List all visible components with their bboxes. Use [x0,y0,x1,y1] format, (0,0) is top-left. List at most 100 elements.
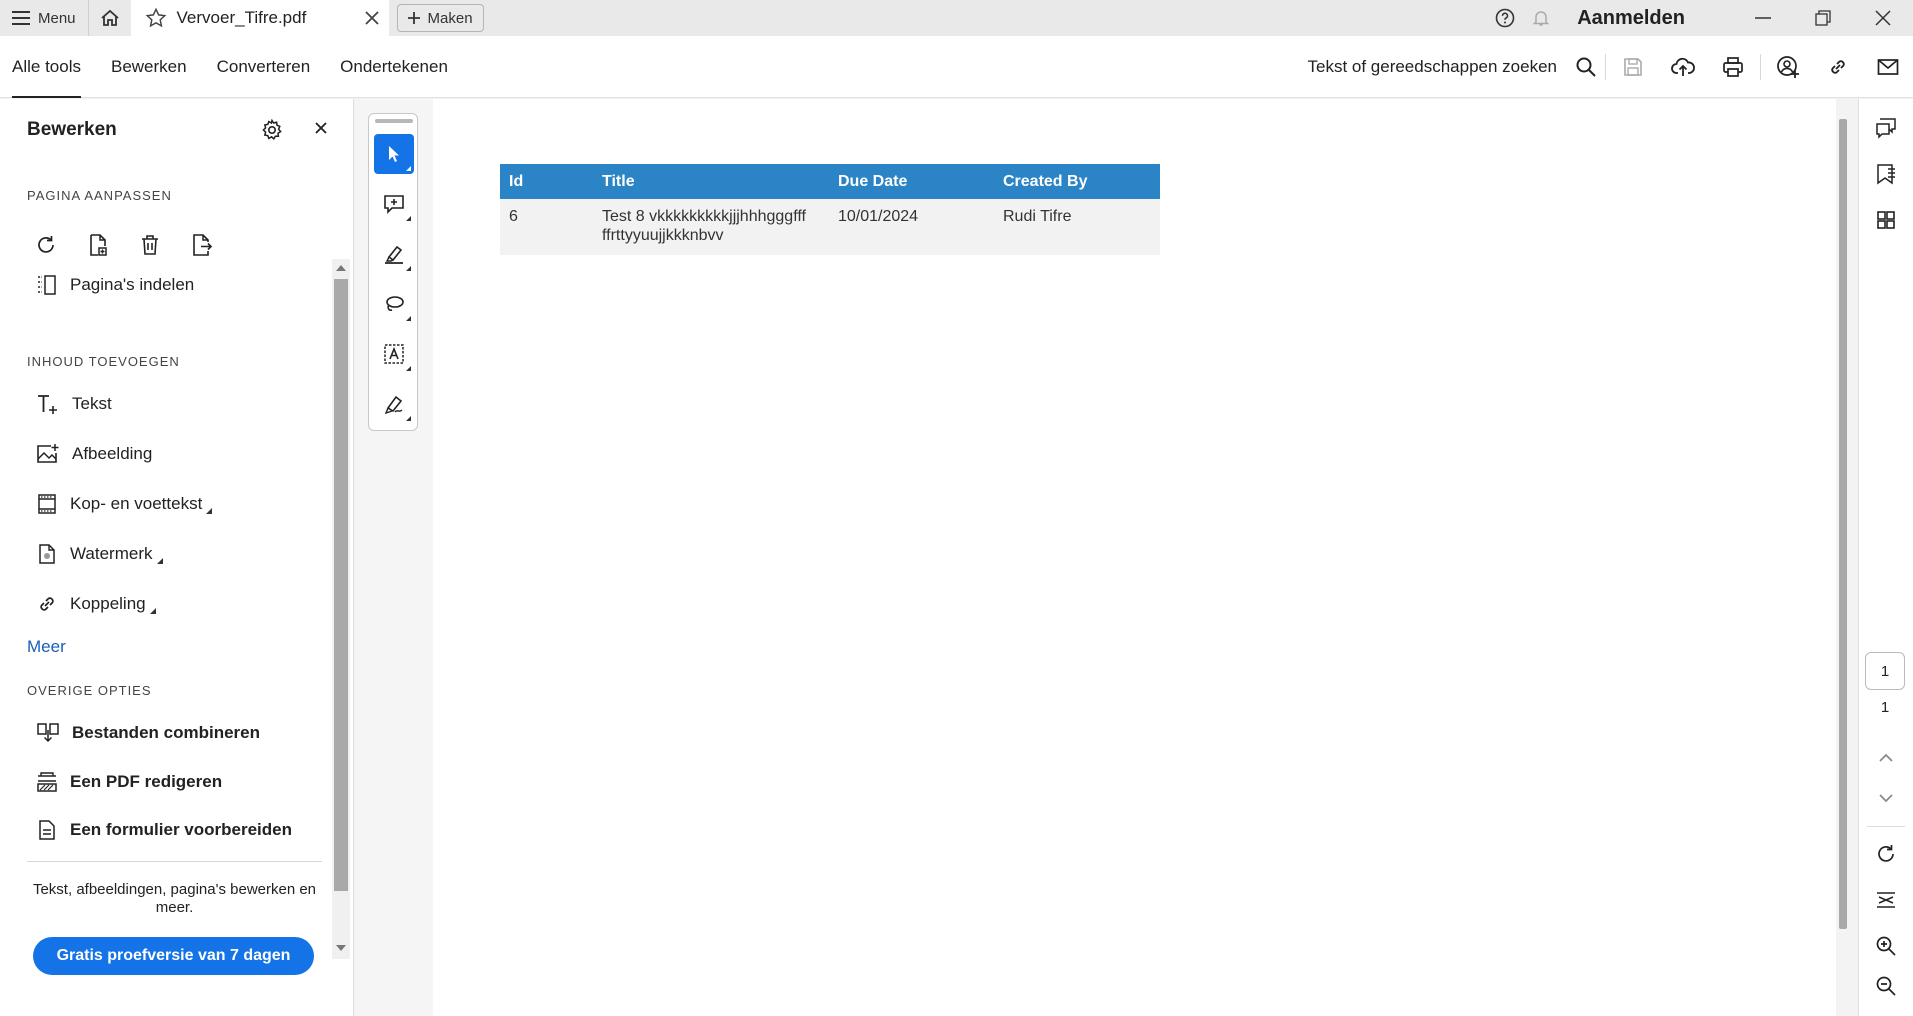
edit-panel: Bewerken PAGINA AANPASSEN Pagina's indel… [0,99,354,1016]
free-trial-button[interactable]: Gratis proefversie van 7 dagen [33,937,314,975]
refresh-icon [1878,845,1894,862]
watermark-icon [39,544,55,564]
divider [1867,826,1905,827]
add-text-icon [38,395,57,414]
search-tools-label[interactable]: Tekst of gereedschappen zoeken [1307,57,1557,77]
right-rail: 1 1 [1858,99,1913,1016]
cursor-icon [389,146,399,162]
menu-button[interactable]: Menu [0,0,88,36]
scroll-up-arrow[interactable] [336,265,346,271]
combine-files-item[interactable]: Bestanden combineren [36,722,260,744]
table-cell-created-by: Rudi Tifre [994,199,1160,255]
tab-all-tools[interactable]: Alle tools [12,36,81,98]
gear-icon [262,119,282,140]
notifications-button[interactable] [1523,0,1559,36]
print-button[interactable] [1708,36,1758,98]
printer-icon [1723,57,1743,77]
star-icon[interactable] [145,7,167,29]
table-header-row: Id Title Due Date Created By [500,164,1160,199]
text-box-tool-button[interactable] [374,334,414,374]
add-text-item[interactable]: Tekst [36,393,112,415]
save-button[interactable] [1608,36,1658,98]
more-link[interactable]: Meer [27,637,66,657]
table-row: 6 Test 8 vkkkkkkkkkjjjhhhgggfff ffrttyyu… [500,199,1160,255]
panel-description: Tekst, afbeeldingen, pagina's bewerken e… [32,881,317,916]
panel-close-button[interactable] [314,121,328,135]
scroll-down-arrow[interactable] [336,945,346,951]
select-tool-button[interactable] [374,134,414,174]
rotate-icon[interactable] [34,233,58,257]
rotate-view-button[interactable] [1873,841,1899,867]
toolbar-right: Tekst of gereedschappen zoeken [1307,36,1913,98]
draw-tool-button[interactable] [374,284,414,324]
upload-button[interactable] [1658,36,1708,98]
tab-title: Vervoer_Tifre.pdf [176,8,307,27]
document-scrollbar[interactable] [1839,119,1847,929]
drag-handle[interactable] [375,119,413,123]
comments-panel-button[interactable] [1873,115,1899,141]
prepare-form-item[interactable]: Een formulier voorbereiden [36,819,292,841]
panel-scroll-area: PAGINA AANPASSEN Pagina's indelen INHOUD… [0,159,330,859]
column-header: Id [500,164,593,199]
zoom-in-button[interactable] [1873,933,1899,959]
highlight-tool-button[interactable] [374,234,414,274]
menu-tabs: Alle tools Bewerken Converteren Ondertek… [12,36,448,98]
tab-sign[interactable]: Ondertekenen [340,36,448,98]
comment-tool-button[interactable] [374,184,414,224]
scrollbar-thumb[interactable] [334,279,348,891]
sign-tool-button[interactable] [374,384,414,424]
link-label: Koppeling [70,594,146,613]
link-button[interactable] [1813,36,1863,98]
submenu-indicator [149,608,156,614]
divider [1760,54,1761,80]
next-page-button[interactable] [1873,785,1899,811]
form-icon [39,820,55,840]
document-tab[interactable]: Vervoer_Tifre.pdf [130,0,389,36]
tab-edit[interactable]: Bewerken [111,36,187,98]
trash-icon[interactable] [138,233,162,257]
home-button[interactable] [89,0,131,36]
zoom-out-button[interactable] [1873,973,1899,999]
help-button[interactable] [1487,0,1523,36]
organize-pages-label: Pagina's indelen [70,275,195,294]
minimize-button[interactable] [1733,0,1793,36]
email-button[interactable] [1863,36,1913,98]
add-comment-icon [384,195,404,214]
create-button[interactable]: Maken [396,4,484,32]
restore-button[interactable] [1793,0,1853,36]
redact-pdf-item[interactable]: Een PDF redigeren [36,771,222,793]
table-cell-due-date: 10/01/2024 [829,199,994,255]
extract-page-icon[interactable] [190,233,214,257]
text-box-icon [384,344,404,364]
section-other-heading: OVERIGE OPTIES [27,683,152,698]
current-page-input[interactable]: 1 [1865,652,1905,690]
tab-convert[interactable]: Converteren [217,36,311,98]
panel-scrollbar[interactable] [332,259,350,959]
header-footer-item[interactable]: Kop- en voettekst [36,493,213,515]
cloud-upload-icon [1671,57,1695,76]
submenu-indicator [406,416,411,421]
hamburger-icon [12,11,30,25]
panel-settings-button[interactable] [261,119,283,141]
pdf-table: Id Title Due Date Created By 6 Test 8 vk… [500,164,1160,255]
organize-pages-item[interactable]: Pagina's indelen [36,274,194,296]
panel-title: Bewerken [27,119,117,140]
add-image-item[interactable]: Afbeelding [36,443,152,465]
thumbnails-panel-button[interactable] [1873,207,1899,233]
share-user-button[interactable] [1763,36,1813,98]
insert-page-icon[interactable] [86,233,110,257]
search-button[interactable] [1569,36,1603,98]
link-item[interactable]: Koppeling [36,593,156,615]
previous-page-button[interactable] [1873,745,1899,771]
page-display-button[interactable] [1873,887,1899,913]
total-pages: 1 [1880,699,1890,716]
fit-page-icon [1877,892,1895,908]
section-page-heading: PAGINA AANPASSEN [27,188,172,203]
signin-link[interactable]: Aanmelden [1577,7,1685,30]
close-window-button[interactable] [1853,0,1913,36]
home-icon [100,9,119,26]
header-footer-label: Kop- en voettekst [70,494,203,513]
bookmarks-panel-button[interactable] [1873,161,1899,187]
close-icon[interactable] [364,11,379,25]
watermark-item[interactable]: Watermerk [36,543,163,565]
